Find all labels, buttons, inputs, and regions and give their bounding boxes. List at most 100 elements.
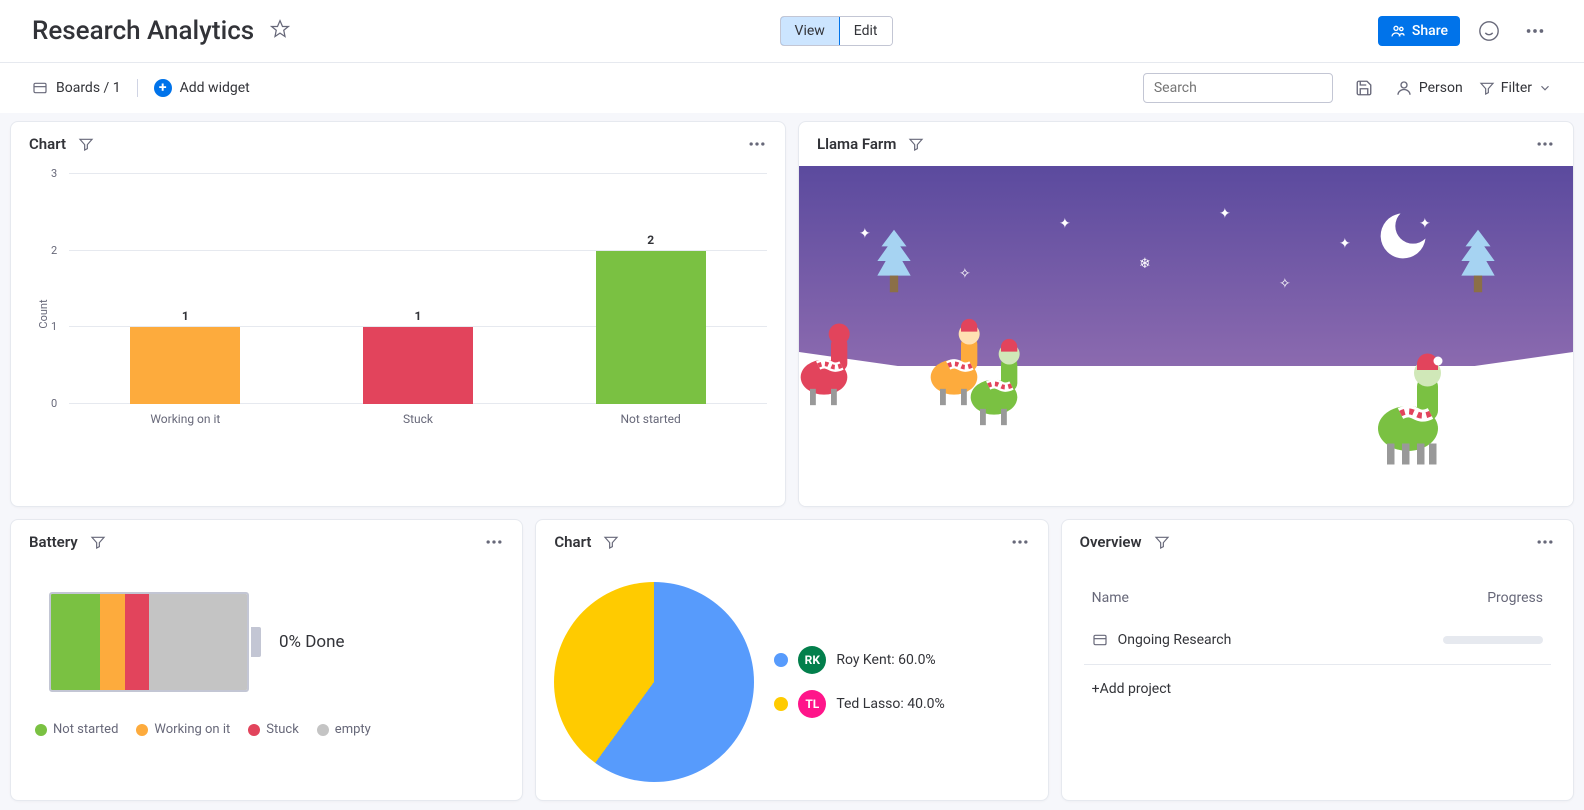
page-title: Research Analytics — [32, 16, 254, 46]
widget-filter-icon[interactable] — [908, 136, 924, 152]
plus-icon: + — [154, 79, 172, 97]
widget-filter-icon[interactable] — [603, 534, 619, 550]
legend-label: Ted Lasso: 40.0% — [836, 696, 944, 712]
battery-legend: Not started Working on it Stuck empty — [29, 722, 504, 737]
filter-icon — [1479, 80, 1495, 96]
x-tick-label: Stuck — [303, 412, 533, 426]
edit-toggle-button[interactable]: Edit — [839, 17, 892, 45]
bar-value-label: 2 — [647, 233, 654, 247]
legend-label: Roy Kent: 60.0% — [836, 652, 935, 668]
moon-icon — [1373, 206, 1433, 266]
col-name-label: Name — [1092, 590, 1129, 606]
search-input[interactable] — [1154, 80, 1332, 96]
widget-filter-icon[interactable] — [90, 534, 106, 550]
widget-more-icon[interactable] — [1535, 532, 1555, 552]
widget-title: Overview — [1080, 533, 1142, 551]
y-tick-label: 3 — [51, 167, 57, 180]
dots-icon — [1524, 20, 1546, 42]
toolbar: Boards / 1 + Add widget Person Filter — [0, 62, 1584, 113]
person-icon — [1395, 79, 1413, 97]
tree-icon — [869, 226, 919, 296]
row-name: Ongoing Research — [1118, 632, 1232, 648]
legend-dot — [774, 697, 788, 711]
bar-rect — [130, 327, 240, 404]
battery-segment — [100, 594, 125, 690]
legend-dot — [774, 653, 788, 667]
filter-label: Filter — [1501, 80, 1532, 96]
widget-title: Chart — [554, 533, 591, 551]
favorite-button[interactable] — [266, 15, 294, 47]
board-icon — [32, 80, 48, 96]
more-button[interactable] — [1518, 14, 1552, 48]
legend-label: empty — [335, 722, 371, 737]
llama-icon — [959, 333, 1029, 426]
dashboard-grid: Chart Count 0123112 Working on itStuckNo… — [0, 113, 1584, 809]
battery-segment — [51, 594, 100, 690]
star-icon — [270, 19, 290, 39]
avatar: TL — [798, 690, 826, 718]
smile-icon — [1478, 20, 1500, 42]
legend-item: Working on it — [136, 722, 230, 737]
chevron-down-icon — [1538, 81, 1552, 95]
legend-label: Working on it — [154, 722, 230, 737]
people-icon — [1390, 23, 1406, 39]
pie-chart-widget: Chart RK Roy Kent: 60.0% TL Ted Lasso: 40.0… — [535, 519, 1048, 801]
y-tick-label: 1 — [51, 320, 57, 333]
legend-dot — [248, 724, 260, 736]
legend-item: empty — [317, 722, 371, 737]
widget-more-icon[interactable] — [1535, 134, 1555, 154]
bar-chart: Count 0123112 Working on itStuckNot star… — [29, 174, 767, 454]
widget-filter-icon[interactable] — [78, 136, 94, 152]
avatar: RK — [798, 646, 826, 674]
battery-status-text: 0% Done — [279, 632, 344, 652]
bar-value-label: 1 — [182, 309, 189, 323]
legend-label: Not started — [53, 722, 118, 737]
add-project-button[interactable]: +Add project — [1084, 665, 1551, 713]
board-icon — [1092, 632, 1108, 648]
bar-rect — [596, 251, 706, 404]
add-widget-button[interactable]: + Add widget — [137, 79, 250, 97]
legend-dot — [317, 724, 329, 736]
person-filter-button[interactable]: Person — [1395, 79, 1463, 97]
llama-icon — [1363, 346, 1453, 466]
llama-farm-widget: Llama Farm ✦ ✧ ✦ ❄ ✦ ✧ ✦ ✦ — [798, 121, 1574, 507]
x-tick-label: Working on it — [70, 412, 300, 426]
bar-chart-widget: Chart Count 0123112 Working on itStuckNo… — [10, 121, 786, 507]
overview-widget: Overview Name Progress Ongoing Research … — [1061, 519, 1574, 801]
legend-label: Stuck — [266, 722, 299, 737]
legend-item: TL Ted Lasso: 40.0% — [774, 690, 944, 718]
save-button[interactable] — [1349, 73, 1379, 103]
share-button[interactable]: Share — [1378, 16, 1460, 46]
view-toggle-button[interactable]: View — [780, 16, 840, 46]
battery-widget: Battery 0% Done Not startedWorking on it… — [10, 519, 523, 801]
bar-rect — [363, 327, 473, 404]
boards-label: Boards / 1 — [56, 80, 121, 96]
search-box[interactable] — [1143, 73, 1333, 103]
legend-item: Stuck — [248, 722, 299, 737]
widget-filter-icon[interactable] — [1154, 534, 1170, 550]
widget-more-icon[interactable] — [747, 134, 767, 154]
legend-item: RK Roy Kent: 60.0% — [774, 646, 944, 674]
overview-row[interactable]: Ongoing Research — [1084, 616, 1551, 665]
person-label: Person — [1419, 80, 1463, 96]
filter-button[interactable]: Filter — [1479, 80, 1552, 96]
y-tick-label: 0 — [51, 397, 57, 410]
widget-title: Chart — [29, 135, 66, 153]
widget-more-icon[interactable] — [1010, 532, 1030, 552]
legend-item: Not started — [35, 722, 118, 737]
y-axis-label: Count — [37, 299, 50, 328]
llama-scene: ✦ ✧ ✦ ❄ ✦ ✧ ✦ ✦ — [799, 166, 1573, 506]
battery-segment — [125, 594, 150, 690]
battery-shell — [49, 592, 249, 692]
battery-segment — [149, 594, 247, 690]
pie-legend: RK Roy Kent: 60.0% TL Ted Lasso: 40.0% — [774, 646, 944, 718]
tree-icon — [1453, 226, 1503, 296]
bar-value-label: 1 — [415, 309, 422, 323]
legend-dot — [35, 724, 47, 736]
activity-button[interactable] — [1472, 14, 1506, 48]
widget-more-icon[interactable] — [484, 532, 504, 552]
overview-header-row: Name Progress — [1084, 580, 1551, 616]
add-widget-label: Add widget — [180, 80, 250, 96]
x-tick-label: Not started — [535, 412, 765, 426]
boards-indicator[interactable]: Boards / 1 — [32, 80, 121, 96]
